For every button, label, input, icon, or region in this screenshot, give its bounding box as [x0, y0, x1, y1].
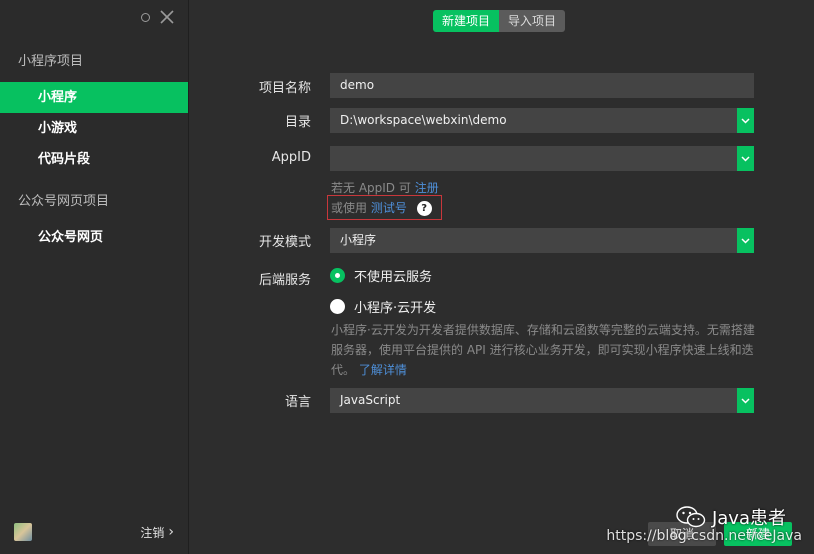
appid-input[interactable] [330, 146, 737, 171]
chevron-down-icon [741, 397, 750, 404]
sidebar-item-minigame[interactable]: 小游戏 [0, 113, 188, 144]
sidebar-item-miniprogram[interactable]: 小程序 [0, 82, 188, 113]
sidebar-item-code-snippet[interactable]: 代码片段 [0, 144, 188, 175]
chevron-right-icon: › [168, 524, 174, 540]
dev-mode-label: 开发模式 [258, 235, 311, 250]
backend-option-cloud-label: 小程序·云开发 [354, 301, 437, 316]
sidebar-item-official-account-web[interactable]: 公众号网页 [0, 222, 188, 253]
backend-label: 后端服务 [258, 273, 311, 288]
appid-hint: 若无 AppID 可 注册 [331, 179, 439, 196]
logout-label: 注销 [140, 525, 165, 540]
wechat-icon [676, 506, 706, 528]
watermark-brand-text: Java患者 [711, 508, 786, 529]
language-label: 语言 [284, 395, 311, 410]
cloud-description: 小程序·云开发为开发者提供数据库、存储和云函数等完整的云端支持。无需搭建服务器，… [331, 320, 759, 380]
chevron-down-icon [741, 237, 750, 244]
test-account-hint: 或使用 测试号 ? [331, 199, 432, 216]
group-title-official-account: 公众号网页项目 [18, 194, 110, 209]
backend-option-none-label: 不使用云服务 [354, 270, 433, 285]
watermark-url: https://blog.csdn.net/ceJava [606, 528, 802, 544]
window-controls [141, 8, 176, 26]
directory-label: 目录 [284, 115, 311, 130]
logout-button[interactable]: 注销 › [140, 524, 174, 541]
register-link[interactable]: 注册 [415, 181, 439, 195]
dev-mode-dropdown-button[interactable] [737, 228, 754, 253]
chevron-down-icon [741, 155, 750, 162]
appid-hint-text: 若无 AppID 可 [331, 181, 411, 195]
close-icon[interactable] [158, 8, 176, 26]
sidebar-footer: 注销 › [14, 522, 174, 542]
directory-input[interactable]: D:\workspace\webxin\demo [330, 108, 737, 133]
radio-checked-icon[interactable] [330, 268, 345, 283]
project-name-input[interactable]: demo [330, 73, 754, 98]
project-tabs: 新建项目 导入项目 [433, 10, 566, 32]
learn-more-link[interactable]: 了解详情 [359, 363, 407, 377]
sidebar: 小程序项目 小程序 小游戏 代码片段 公众号网页项目 公众号网页 注销 › [0, 0, 189, 554]
directory-dropdown-button[interactable] [737, 108, 754, 133]
test-account-link[interactable]: 测试号 [371, 201, 407, 215]
minimize-icon[interactable] [141, 12, 150, 22]
tab-new-project[interactable]: 新建项目 [433, 10, 500, 32]
watermark-brand: Java患者 [676, 504, 786, 530]
appid-dropdown-button[interactable] [737, 146, 754, 171]
appid-label: AppID [271, 150, 311, 165]
chevron-down-icon [741, 117, 750, 124]
radio-unchecked-icon[interactable] [330, 299, 345, 314]
dev-mode-select[interactable]: 小程序 [330, 228, 737, 253]
language-dropdown-button[interactable] [737, 388, 754, 413]
backend-option-cloud[interactable]: 小程序·云开发 [330, 297, 436, 316]
avatar[interactable] [14, 523, 32, 541]
backend-option-none[interactable]: 不使用云服务 [330, 266, 432, 285]
project-name-label: 项目名称 [258, 81, 311, 96]
group-title-miniprogram: 小程序项目 [18, 54, 84, 69]
test-account-prefix: 或使用 [331, 201, 368, 215]
tab-import-project[interactable]: 导入项目 [499, 10, 566, 32]
language-select[interactable]: JavaScript [330, 388, 737, 413]
main-panel: 新建项目 导入项目 项目名称 demo 目录 D:\workspace\webx… [189, 0, 814, 554]
help-icon[interactable]: ? [416, 201, 432, 216]
